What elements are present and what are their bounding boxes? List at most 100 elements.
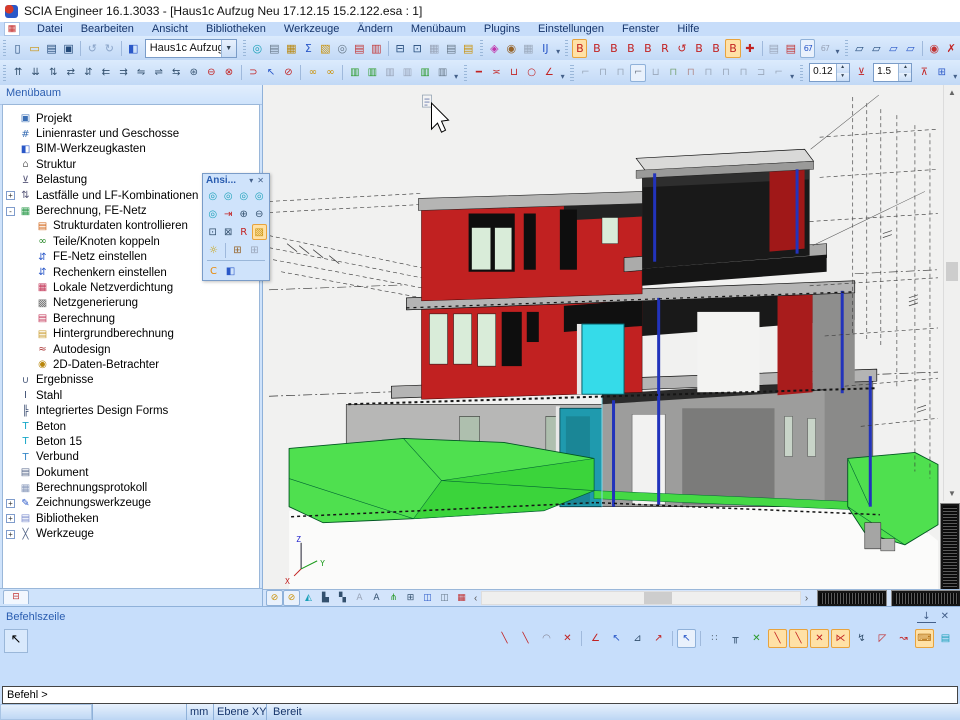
command-panel-close-icon[interactable]: ✕ [936, 611, 954, 622]
column-gray-1-icon[interactable]: ▥ [382, 64, 398, 82]
viewport-horizontal-scrollbar[interactable] [481, 591, 801, 605]
paste-2-icon[interactable]: ▱ [903, 39, 918, 58]
line-double-icon[interactable]: ≍ [489, 64, 505, 82]
menu-ansicht[interactable]: Ansicht [143, 22, 197, 36]
expand-icon[interactable]: + [6, 499, 15, 508]
hscroll-left-icon[interactable]: ‹ [470, 593, 481, 604]
zoom-all-icon[interactable]: ⊠ [221, 224, 236, 240]
f-tool-6-icon[interactable]: ⊓ [665, 64, 681, 82]
view-params-icon[interactable]: ▧ [252, 224, 267, 240]
snap-endpoint-icon[interactable]: ╲ [768, 629, 787, 648]
view-67-pressed-icon[interactable]: 67 [800, 39, 815, 58]
uncouple-parts-icon[interactable]: ⇊ [28, 64, 44, 82]
menu-plugins[interactable]: Plugins [475, 22, 529, 36]
couple-parts-icon[interactable]: ⇈ [10, 64, 26, 82]
depth-slider-b[interactable] [892, 591, 960, 606]
rotate-r-icon[interactable]: R [657, 39, 672, 58]
sidebar-item-hintergrundberechnung[interactable]: ▤Hintergrundberechnung [3, 326, 259, 341]
app-grid-icon[interactable]: ▦ [4, 22, 20, 36]
scale-spinner[interactable]: 1.5▲▼ [873, 63, 912, 82]
toolbar2-grip-0[interactable] [3, 65, 6, 81]
crosshair-icon[interactable]: ✚ [743, 39, 758, 58]
circle-icon[interactable]: ○ [524, 64, 540, 82]
view-yz-icon[interactable]: ◎ [252, 188, 267, 204]
vertical-scroll-thumb[interactable] [946, 262, 958, 281]
beam-active-icon[interactable]: B [572, 39, 587, 58]
depth-slider-a[interactable] [818, 591, 886, 606]
light-icon[interactable]: ☼ [206, 242, 222, 258]
folder-icon[interactable]: ▧ [318, 39, 333, 58]
toolbar2-overflow-icon-49[interactable]: ▾ [787, 65, 796, 81]
table-gray-icon[interactable]: ▦ [427, 39, 442, 58]
select-pointer-button[interactable]: ↖ [4, 629, 28, 653]
gallery-diamond-icon[interactable]: ◈ [487, 39, 502, 58]
copy-2-icon[interactable]: ▱ [869, 39, 884, 58]
sidebar-item-integriertes-design-forms[interactable]: ╠Integriertes Design Forms [3, 403, 259, 418]
layers-icon[interactable]: ▤ [267, 39, 282, 58]
sidebar-item-lokale-netzverdichtung[interactable]: ▦Lokale Netzverdichtung [3, 280, 259, 295]
document-icon[interactable]: ▤ [444, 39, 459, 58]
column-gray-2-icon[interactable]: ▥ [400, 64, 416, 82]
toolbar2-grip-50[interactable] [800, 65, 803, 81]
beam-5-icon[interactable]: B [640, 39, 655, 58]
horizontal-scroll-thumb[interactable] [644, 592, 672, 604]
sidebar-item-dokument[interactable]: ▤Dokument [3, 465, 259, 480]
menu-einstellungen[interactable]: Einstellungen [529, 22, 613, 36]
menu-tree-tab[interactable]: ⊟ [3, 590, 29, 604]
f-tool-2-icon[interactable]: ⊓ [595, 64, 611, 82]
sidebar-item-linienraster-und-geschosse[interactable]: #Linienraster und Geschosse [3, 126, 259, 141]
surface-icon[interactable]: ⊞ [402, 590, 419, 606]
results-chart-icon[interactable]: ▙ [317, 590, 334, 606]
snap-triangle-icon[interactable]: ⊿ [628, 629, 647, 648]
snap-polar-icon[interactable]: ↯ [852, 629, 871, 648]
column-green-2-icon[interactable]: ▥ [365, 64, 381, 82]
pin-icon[interactable]: ↓ [917, 611, 935, 623]
zoom-out-icon[interactable]: ⊖ [252, 206, 267, 222]
menu-men-baum[interactable]: Menübaum [402, 22, 475, 36]
sidebar-item-beton[interactable]: TBeton [3, 419, 259, 434]
toolbar2-grip-29[interactable] [464, 65, 467, 81]
f-tool-3-icon[interactable]: ⊓ [613, 64, 629, 82]
hscroll-right-icon[interactable]: › [801, 593, 812, 604]
toolbar1-grip-11[interactable] [243, 40, 246, 56]
intersect-red-icon[interactable]: ⊗ [221, 64, 237, 82]
rotate-icon[interactable]: ↺ [674, 39, 689, 58]
sidebar-item-werkzeuge[interactable]: +╳Werkzeuge [3, 527, 259, 542]
table-results-icon[interactable]: ▥ [369, 39, 384, 58]
view-axo-icon[interactable]: ◎ [206, 188, 221, 204]
view-toolbar-dropdown-icon[interactable]: ▾ [247, 176, 255, 185]
column-green-3-icon[interactable]: ▥ [417, 64, 433, 82]
measure-red-icon[interactable]: ⊼ [916, 64, 932, 82]
snap-delete-icon[interactable]: ✕ [558, 629, 577, 648]
collapse-icon[interactable]: - [6, 207, 15, 216]
render-wire-icon[interactable]: ⊘ [266, 590, 283, 606]
storey-icon[interactable]: ▚ [334, 590, 351, 606]
toolbar2-overflow-icon-28[interactable]: ▾ [451, 65, 460, 81]
scroll-down-icon[interactable]: ▼ [944, 486, 960, 501]
labels-off-icon[interactable]: A [351, 590, 368, 606]
grid-gray-icon[interactable]: ▦ [521, 39, 536, 58]
sidebar-item-zeichnungswerkzeuge[interactable]: +✎Zeichnungswerkzeuge [3, 496, 259, 511]
document-yellow-icon[interactable]: ▤ [461, 39, 476, 58]
zoom-in-icon[interactable]: ⊕ [237, 206, 252, 222]
toolbar2-grip-36[interactable] [570, 65, 573, 81]
pair-a-icon[interactable]: ∞ [305, 64, 321, 82]
window-1-icon[interactable]: ◫ [419, 590, 436, 606]
view-xz-icon[interactable]: ◎ [221, 188, 236, 204]
sidebar-item-verbund[interactable]: TVerbund [3, 450, 259, 465]
menu-hilfe[interactable]: Hilfe [668, 22, 708, 36]
print-preview-icon[interactable]: ⊡ [410, 39, 425, 58]
toolbar2-overflow-icon-35[interactable]: ▾ [558, 65, 567, 81]
rename-ij-icon[interactable]: Ĳ [538, 39, 553, 58]
clamp-icon[interactable]: ⊃ [246, 64, 262, 82]
delete-cross-icon[interactable]: ✗ [944, 39, 959, 58]
save-all-icon[interactable]: ▤ [44, 39, 59, 58]
snap-line-1-icon[interactable]: ╲ [495, 629, 514, 648]
f-tool-7-icon[interactable]: ⊓ [683, 64, 699, 82]
cube-view-icon[interactable]: ◧ [223, 263, 239, 279]
snap-cut-icon[interactable]: ✕ [747, 629, 766, 648]
camera-icon[interactable]: ◉ [504, 39, 519, 58]
view-perspective-icon[interactable]: ◎ [206, 206, 221, 222]
menu-bibliotheken[interactable]: Bibliotheken [197, 22, 275, 36]
snap-angle-icon[interactable]: ∠ [586, 629, 605, 648]
